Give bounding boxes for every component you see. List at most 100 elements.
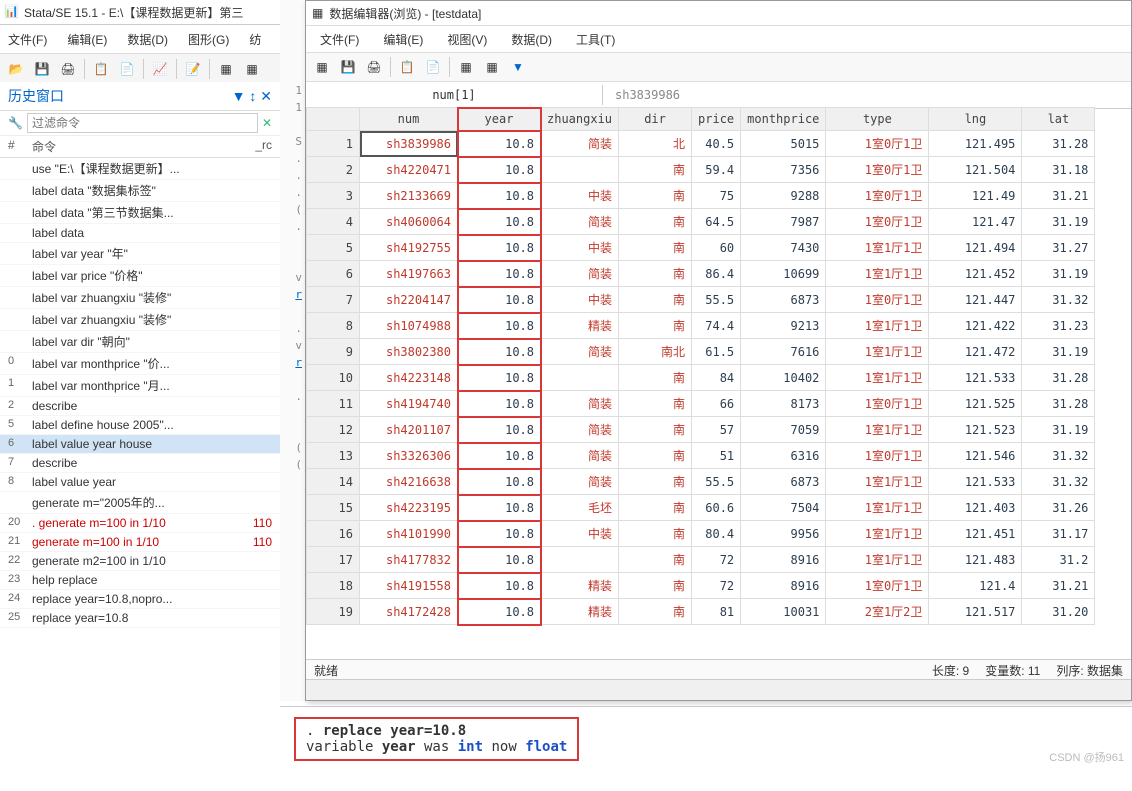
history-row[interactable]: 22generate m2=100 in 1/10 — [0, 552, 280, 571]
table-cell[interactable]: 毛坯 — [541, 495, 619, 521]
table-row[interactable]: 9sh380238010.8简装南北61.576161室1厅1卫121.4723… — [307, 339, 1095, 365]
table-cell[interactable]: sh2204147 — [360, 287, 458, 313]
table-cell[interactable]: 10.8 — [458, 599, 541, 625]
menu-item[interactable]: 数据(D) — [127, 31, 168, 48]
table-cell[interactable]: 精装 — [541, 599, 619, 625]
table-cell[interactable]: 简装 — [541, 131, 619, 157]
menu-item[interactable]: 工具(T) — [576, 31, 615, 48]
table-cell[interactable]: 南 — [619, 573, 692, 599]
menu-item[interactable]: 文件(F) — [8, 31, 47, 48]
table-cell[interactable]: 121.403 — [929, 495, 1022, 521]
do-edit-icon[interactable]: 📝 — [181, 57, 205, 81]
history-row[interactable]: 0label var monthprice "价... — [0, 353, 280, 375]
table-cell[interactable]: 中装 — [541, 287, 619, 313]
table-cell[interactable]: 南 — [619, 547, 692, 573]
table-cell[interactable]: 51 — [692, 443, 741, 469]
table-cell[interactable]: 121.525 — [929, 391, 1022, 417]
table-cell[interactable]: sh2133669 — [360, 183, 458, 209]
table-cell[interactable]: 8916 — [741, 547, 826, 573]
table-cell[interactable]: 南 — [619, 183, 692, 209]
history-row[interactable]: label var price "价格" — [0, 265, 280, 287]
column-header[interactable]: zhuangxiu — [541, 108, 619, 131]
log-icon[interactable]: 📋 — [89, 57, 113, 81]
table-cell[interactable]: sh1074988 — [360, 313, 458, 339]
table-cell[interactable]: 中装 — [541, 183, 619, 209]
table-cell[interactable]: 1室1厅1卫 — [826, 235, 929, 261]
table-cell[interactable]: 31.28 — [1022, 391, 1095, 417]
table-cell[interactable]: 121.504 — [929, 157, 1022, 183]
table-cell[interactable]: 10.8 — [458, 287, 541, 313]
history-row[interactable]: 25replace year=10.8 — [0, 609, 280, 628]
table-cell[interactable]: 10.8 — [458, 417, 541, 443]
table-row[interactable]: 13sh332630610.8简装南5163161室0厅1卫121.54631.… — [307, 443, 1095, 469]
table-cell[interactable]: 8173 — [741, 391, 826, 417]
table-cell[interactable]: sh4223195 — [360, 495, 458, 521]
table-cell[interactable]: 1室1厅1卫 — [826, 365, 929, 391]
table-cell[interactable]: 57 — [692, 417, 741, 443]
table-cell[interactable]: 10.8 — [458, 209, 541, 235]
table-row[interactable]: 10sh422314810.8南84104021室1厅1卫121.53331.2… — [307, 365, 1095, 391]
table-cell[interactable]: 1室1厅1卫 — [826, 521, 929, 547]
table-cell[interactable]: 6873 — [741, 469, 826, 495]
table-cell[interactable]: 121.47 — [929, 209, 1022, 235]
table-cell[interactable]: 10.8 — [458, 261, 541, 287]
table-cell[interactable]: 中装 — [541, 235, 619, 261]
table-cell[interactable]: 5015 — [741, 131, 826, 157]
column-header[interactable]: type — [826, 108, 929, 131]
table-cell[interactable]: 10.8 — [458, 235, 541, 261]
table-cell[interactable]: 31.32 — [1022, 469, 1095, 495]
table-cell[interactable]: 55.5 — [692, 469, 741, 495]
table-cell[interactable]: 10.8 — [458, 157, 541, 183]
table-cell[interactable]: 简装 — [541, 469, 619, 495]
table-row[interactable]: 6sh419766310.8简装南86.4106991室1厅1卫121.4523… — [307, 261, 1095, 287]
table-cell[interactable]: 1室1厅1卫 — [826, 547, 929, 573]
table-cell[interactable]: sh4191558 — [360, 573, 458, 599]
history-row[interactable]: 5label define house 2005"... — [0, 416, 280, 435]
table-cell[interactable]: 74.4 — [692, 313, 741, 339]
table-cell[interactable]: 南 — [619, 157, 692, 183]
data-edit-icon[interactable]: ▦ — [214, 57, 238, 81]
history-row[interactable]: label data "第三节数据集... — [0, 202, 280, 224]
history-row[interactable]: label var dir "朝向" — [0, 331, 280, 353]
table-cell[interactable] — [541, 157, 619, 183]
menu-item[interactable]: 编辑(E) — [67, 31, 107, 48]
table-cell[interactable]: 南 — [619, 365, 692, 391]
table-cell[interactable]: 简装 — [541, 261, 619, 287]
table-row[interactable]: 17sh417783210.8南7289161室1厅1卫121.48331.2 — [307, 547, 1095, 573]
table-cell[interactable]: 10.8 — [458, 365, 541, 391]
table-cell[interactable]: 1室0厅1卫 — [826, 287, 929, 313]
column-header[interactable]: lat — [1022, 108, 1095, 131]
table-cell[interactable]: 40.5 — [692, 131, 741, 157]
table-cell[interactable]: 南 — [619, 417, 692, 443]
table-cell[interactable]: sh4223148 — [360, 365, 458, 391]
table-cell[interactable]: 南 — [619, 261, 692, 287]
table-row[interactable]: 3sh213366910.8中装南7592881室0厅1卫121.4931.21 — [307, 183, 1095, 209]
table-cell[interactable]: 121.451 — [929, 521, 1022, 547]
history-row[interactable]: label data — [0, 224, 280, 243]
menu-item[interactable]: 纺 — [249, 31, 261, 48]
history-row[interactable]: generate m="2005年的... — [0, 492, 280, 514]
save-icon[interactable]: 💾 — [336, 55, 360, 79]
table-cell[interactable]: 84 — [692, 365, 741, 391]
table-cell[interactable]: 南 — [619, 495, 692, 521]
table-cell[interactable]: sh4177832 — [360, 547, 458, 573]
table-cell[interactable]: 1室1厅1卫 — [826, 261, 929, 287]
table-row[interactable]: 1sh383998610.8简装北40.550151室0厅1卫121.49531… — [307, 131, 1095, 157]
table-cell[interactable]: 1室0厅1卫 — [826, 573, 929, 599]
table-cell[interactable]: 64.5 — [692, 209, 741, 235]
clear-filter-icon[interactable]: ✕ — [258, 116, 276, 130]
table-cell[interactable]: 121.517 — [929, 599, 1022, 625]
history-row[interactable]: label var year "年" — [0, 243, 280, 265]
filter-input[interactable] — [27, 113, 258, 133]
wrench-icon[interactable]: 🔧 — [4, 116, 27, 130]
table-cell[interactable]: 10.8 — [458, 573, 541, 599]
history-row[interactable]: 23help replace — [0, 571, 280, 590]
data-grid-wrapper[interactable]: numyearzhuangxiudirpricemonthpricetypeln… — [306, 107, 1131, 660]
history-controls[interactable]: ▼ ↕ ✕ — [232, 88, 272, 105]
table-cell[interactable]: 75 — [692, 183, 741, 209]
table-cell[interactable]: sh3802380 — [360, 339, 458, 365]
viewer-icon[interactable]: 📄 — [115, 57, 139, 81]
history-row[interactable]: 8label value year — [0, 473, 280, 492]
table-cell[interactable]: 61.5 — [692, 339, 741, 365]
table-cell[interactable]: 31.21 — [1022, 573, 1095, 599]
